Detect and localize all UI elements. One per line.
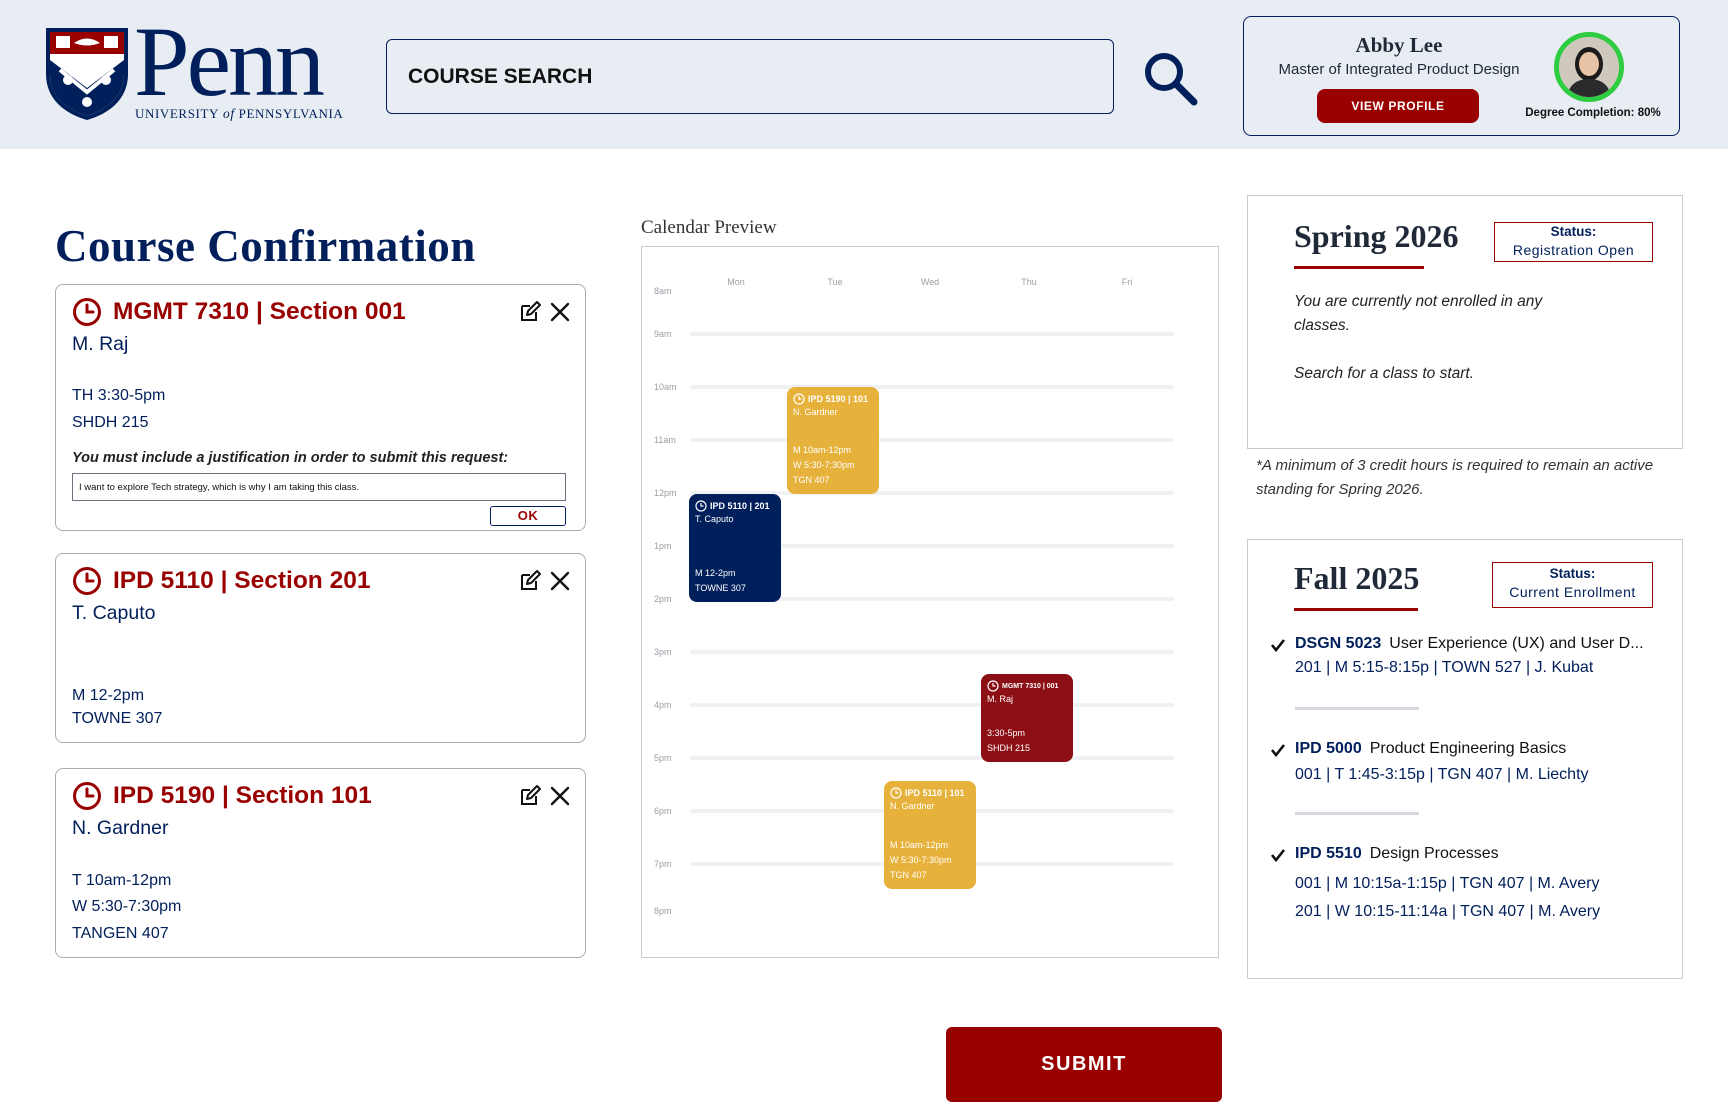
calendar-preview: Mon Tue Wed Thu Fri 8am 9am 10am 11am 12… (641, 246, 1219, 958)
penn-wordmark: Penn (134, 6, 325, 117)
course-location: SHDH 215 (72, 414, 149, 431)
course-card-title: MGMT 7310 | Section 001 (72, 297, 406, 327)
calendar-day-wed: Wed (920, 277, 940, 287)
calendar-hour-line (690, 703, 1174, 707)
edit-icon[interactable] (519, 301, 541, 323)
clock-icon (73, 567, 101, 595)
fall-2025-panel: Fall 2025 Status: Current Enrollment DSG… (1247, 539, 1683, 979)
spring-empty-message: You are currently not enrolled in any cl… (1294, 293, 1543, 334)
calendar-hour-label: 8pm (654, 906, 672, 916)
avatar[interactable] (1554, 32, 1624, 102)
calendar-hour-line (690, 756, 1174, 760)
calendar-hour-label: 5pm (654, 753, 672, 763)
course-location: TANGEN 407 (72, 925, 169, 942)
course-schedule-2: W 5:30-7:30pm (72, 898, 182, 915)
course-card-title: IPD 5110 | Section 201 (72, 566, 370, 596)
calendar-title: Calendar Preview (641, 217, 777, 238)
course-card-ipd-5110: IPD 5110 | Section 201 T. Caputo M 12-2p… (55, 553, 586, 743)
calendar-hour-label: 3pm (654, 647, 672, 657)
calendar-hour-label: 11am (654, 435, 676, 445)
penn-wordmark-subtitle: University of Pennsylvania (135, 106, 344, 121)
close-icon[interactable] (549, 570, 571, 592)
degree-completion-text: Degree Completion: 80% (1525, 107, 1661, 119)
checkmark-icon (1270, 849, 1286, 863)
fall-status-badge: Status: Current Enrollment (1492, 562, 1653, 608)
course-card-title: IPD 5190 | Section 101 (72, 781, 372, 811)
checkmark-icon (1270, 639, 1286, 653)
credit-hours-note: *A minimum of 3 credit hours is required… (1256, 457, 1654, 498)
submit-button[interactable]: SUBMIT (946, 1027, 1222, 1102)
calendar-day-tue: Tue (827, 277, 843, 287)
course-instructor: N. Gardner (72, 817, 169, 839)
enrollment-divider (1295, 812, 1419, 815)
calendar-hour-line (690, 438, 1174, 442)
spring-semester-title: Spring 2026 (1294, 218, 1459, 254)
course-search-input[interactable] (386, 39, 1114, 114)
calendar-day-mon: Mon (727, 277, 745, 287)
page-title: Course Confirmation (55, 221, 476, 271)
calendar-hour-line (690, 332, 1174, 336)
calendar-hour-line (690, 385, 1174, 389)
calendar-event-ipd-5190[interactable]: IPD 5190 | 101 N. Gardner M 10am-12pm W 5… (787, 387, 879, 494)
clock-icon (890, 787, 902, 799)
course-location: TOWNE 307 (72, 710, 163, 727)
calendar-day-fri: Fri (1121, 277, 1133, 287)
edit-icon[interactable] (519, 570, 541, 592)
calendar-hour-label: 10am (654, 382, 677, 392)
calendar-hour-label: 7pm (654, 859, 672, 869)
course-schedule: T 10am-12pm (72, 872, 172, 889)
penn-shield-logo[interactable] (44, 26, 130, 122)
spring-2026-panel: Spring 2026 Status: Registration Open Yo… (1247, 195, 1683, 449)
view-profile-button[interactable]: VIEW PROFILE (1317, 89, 1479, 123)
calendar-event-ipd-5110[interactable]: IPD 5110 | 201 T. Caputo M 12-2pm TOWNE 3… (689, 494, 781, 602)
calendar-hour-label: 1pm (654, 541, 672, 551)
justification-input[interactable] (72, 473, 566, 501)
calendar-hour-label: 12pm (654, 488, 677, 498)
course-card-ipd-5190: IPD 5190 | Section 101 N. Gardner T 10am… (55, 768, 586, 958)
avatar-photo-icon (1559, 37, 1619, 97)
calendar-hour-label: 9am (654, 329, 672, 339)
calendar-hour-label: 4pm (654, 700, 672, 710)
profile-card: Abby Lee Master of Integrated Product De… (1243, 16, 1680, 136)
clock-icon (73, 298, 101, 326)
calendar-day-thu: Thu (1021, 277, 1037, 287)
justification-ok-button[interactable]: OK (490, 506, 566, 526)
calendar-hour-line (690, 650, 1174, 654)
spring-search-prompt: Search for a class to start. (1294, 365, 1475, 382)
justification-label: You must include a justification in orde… (72, 450, 509, 466)
edit-icon[interactable] (519, 785, 541, 807)
calendar-event-mgmt-7310[interactable]: MGMT 7310 | 001 M. Raj 3:30-5pm SHDH 215 (981, 674, 1073, 762)
clock-icon (987, 680, 999, 692)
spring-title-underline (1294, 266, 1424, 269)
calendar-hour-label: 8am (654, 286, 672, 296)
course-schedule: M 12-2pm (72, 687, 145, 704)
course-card-mgmt-7310: MGMT 7310 | Section 001 M. Raj TH 3:30-5… (55, 284, 586, 531)
course-instructor: M. Raj (72, 333, 129, 355)
course-schedule: TH 3:30-5pm (72, 387, 166, 404)
fall-title-underline (1294, 608, 1418, 611)
close-icon[interactable] (549, 301, 571, 323)
search-icon[interactable] (1140, 48, 1202, 110)
checkmark-icon (1270, 744, 1286, 758)
profile-name: Abby Lee (1355, 33, 1443, 57)
enrollment-divider (1295, 707, 1419, 710)
calendar-hour-label: 6pm (654, 806, 672, 816)
close-icon[interactable] (549, 785, 571, 807)
fall-semester-title: Fall 2025 (1294, 560, 1420, 596)
spring-status-badge: Status: Registration Open (1494, 222, 1653, 262)
profile-program: Master of Integrated Product Design (1278, 61, 1520, 78)
clock-icon (73, 782, 101, 810)
calendar-event-ipd-5110-101[interactable]: IPD 5110 | 101 N. Gardner M 10am-12pm W 5… (884, 781, 976, 889)
clock-icon (695, 500, 707, 512)
calendar-hour-label: 2pm (654, 594, 672, 604)
course-instructor: T. Caputo (72, 602, 156, 624)
clock-icon (793, 393, 805, 405)
